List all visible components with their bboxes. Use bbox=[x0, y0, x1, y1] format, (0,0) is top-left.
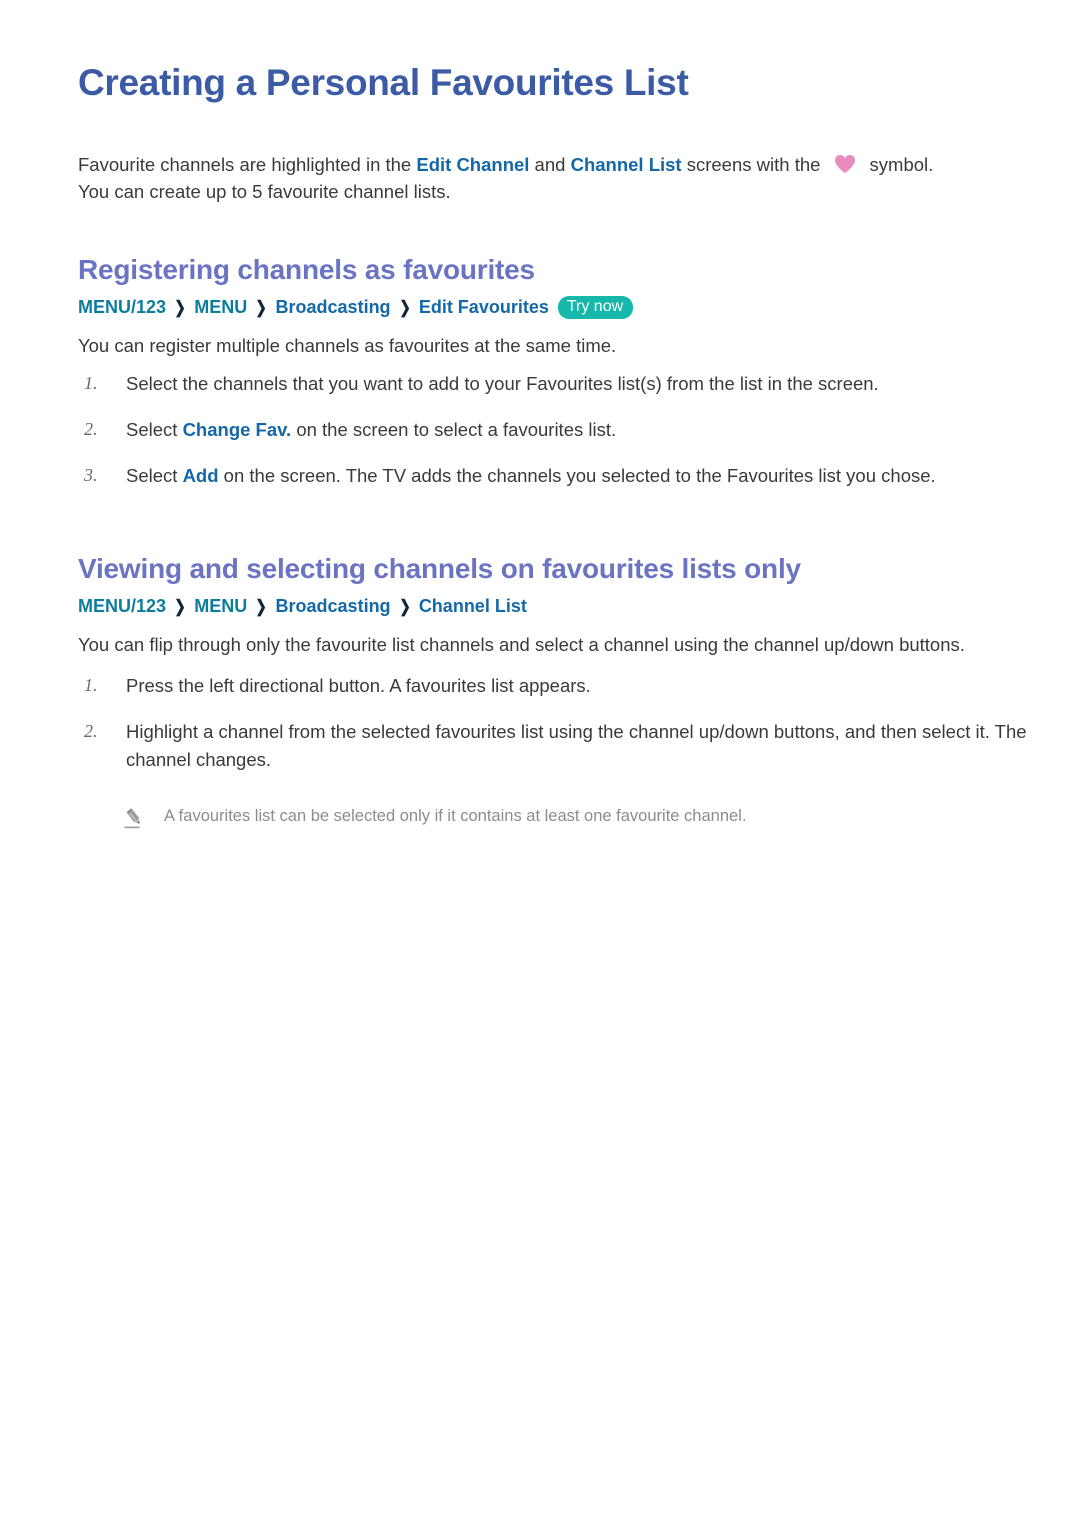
step-text-pre: Select the channels that you want to add… bbox=[126, 372, 879, 394]
breadcrumb-viewing: MENU/123 ❯ MENU ❯ Broadcasting ❯ Channel List bbox=[78, 594, 1040, 619]
breadcrumb-item-menu[interactable]: MENU bbox=[194, 596, 247, 616]
link-add[interactable]: Add bbox=[183, 465, 219, 486]
breadcrumb-item-broadcasting[interactable]: Broadcasting bbox=[276, 297, 391, 317]
try-now-badge[interactable]: Try now bbox=[557, 295, 634, 319]
chevron-right-icon: ❯ bbox=[255, 297, 268, 317]
chevron-right-icon: ❯ bbox=[174, 596, 186, 616]
steps-list-registering: 1. Select the channels that you want to a… bbox=[78, 370, 1040, 490]
breadcrumb-registering: MENU/123 ❯ MENU ❯ Broadcasting ❯ Edit Favourit… bbox=[78, 295, 1040, 320]
breadcrumb-item-edit-favourites[interactable]: Edit Favourites bbox=[419, 297, 549, 317]
section-heading-registering: Registering channels as favourites bbox=[78, 253, 535, 285]
list-item: 1. Press the left directional button. A f… bbox=[78, 672, 1040, 700]
section-lead-registering: You can register multiple channels as fa… bbox=[78, 334, 617, 356]
step-text-pre: Press the left directional button. A fav… bbox=[126, 675, 591, 697]
section-lead-viewing: You can flip through only the favourite … bbox=[78, 634, 965, 655]
chevron-right-icon: ❯ bbox=[174, 297, 186, 317]
breadcrumb-item-broadcasting[interactable]: Broadcasting bbox=[276, 596, 391, 616]
page-title: Creating a Personal Favourites List bbox=[78, 62, 689, 103]
link-channel-list[interactable]: Channel List bbox=[571, 154, 682, 175]
intro-line-2: You can create up to 5 favourite channel… bbox=[78, 180, 451, 202]
intro-text-3: screens with the bbox=[681, 153, 826, 175]
step-text-pre: Select bbox=[126, 419, 183, 440]
step-text-pre: Select bbox=[126, 465, 183, 487]
list-item: 1. Select the channels that you want to a… bbox=[78, 370, 1040, 398]
step-number: 1. bbox=[84, 675, 98, 696]
list-item: 3. Select Add on the screen. The TV adds … bbox=[78, 462, 1040, 490]
chevron-right-icon: ❯ bbox=[398, 297, 411, 317]
link-edit-channel[interactable]: Edit Channel bbox=[416, 154, 529, 175]
breadcrumb-item-menu123[interactable]: MENU/123 bbox=[78, 596, 166, 616]
step-text-pre: Highlight a channel from the selected fa… bbox=[126, 721, 1027, 771]
step-number: 1. bbox=[84, 372, 98, 393]
document-page: Creating a Personal Favourites List Favo… bbox=[0, 0, 1080, 830]
section-heading-viewing: Viewing and selecting channels on favour… bbox=[78, 553, 801, 585]
breadcrumb-item-menu[interactable]: MENU bbox=[194, 297, 247, 317]
step-number: 2. bbox=[84, 721, 98, 742]
intro-text-2: and bbox=[529, 153, 571, 175]
intro-text-1: Favourite channels are highlighted in th… bbox=[78, 153, 417, 175]
step-text-post: on the screen to select a favourites lis… bbox=[291, 419, 617, 440]
breadcrumb-item-channel-list[interactable]: Channel List bbox=[419, 596, 527, 616]
steps-list-viewing: 1. Press the left directional button. A f… bbox=[78, 672, 1040, 774]
note-block: A favourites list can be selected only i… bbox=[78, 805, 1040, 830]
step-text-post: on the screen. The TV adds the channels … bbox=[218, 465, 936, 487]
heart-icon bbox=[834, 154, 856, 174]
step-number: 2. bbox=[84, 419, 98, 439]
chevron-right-icon: ❯ bbox=[255, 596, 268, 616]
intro-paragraph: Favourite channels are highlighted in th… bbox=[78, 151, 1040, 205]
note-text: A favourites list can be selected only i… bbox=[164, 806, 747, 825]
pencil-icon bbox=[124, 808, 144, 830]
link-change-fav[interactable]: Change Fav. bbox=[183, 419, 292, 440]
breadcrumb-item-menu123[interactable]: MENU/123 bbox=[78, 297, 166, 317]
intro-text-4: symbol. bbox=[869, 153, 934, 175]
step-number: 3. bbox=[84, 465, 98, 486]
list-item: 2. Select Change Fav. on the screen to se… bbox=[78, 416, 1040, 444]
chevron-right-icon: ❯ bbox=[398, 596, 411, 616]
list-item: 2. Highlight a channel from the selected … bbox=[78, 718, 1040, 774]
